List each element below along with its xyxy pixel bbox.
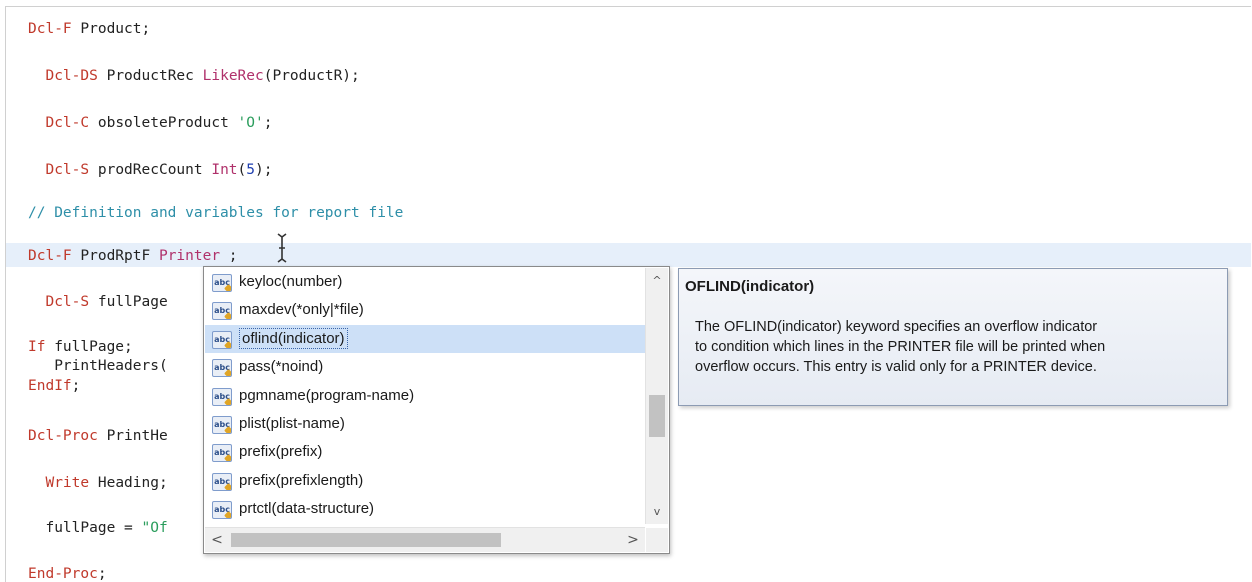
- keyword: Dcl-F: [28, 248, 72, 264]
- completion-list[interactable]: abc keyloc(number) abc maxdev(*only|*file) a…: [205, 268, 645, 524]
- keyword-icon: abc: [212, 274, 232, 292]
- code-text: (: [237, 162, 247, 178]
- code-line-dcl-proc[interactable]: Dcl-Proc PrintHe: [28, 424, 168, 448]
- completion-item-label: prefix(prefix): [239, 443, 323, 461]
- text-cursor-icon: [277, 233, 287, 263]
- code-text: Heading;: [89, 475, 168, 491]
- code-text: fullPage;: [45, 339, 133, 355]
- keyword-icon: abc: [212, 359, 232, 378]
- code-text: fullPage =: [28, 520, 142, 536]
- scrollbar-thumb[interactable]: [231, 533, 501, 547]
- scroll-down-icon[interactable]: v: [646, 502, 668, 522]
- completion-item[interactable]: abc oflind(indicator): [205, 324, 645, 354]
- builtin: LikeRec: [202, 68, 264, 84]
- completion-item-label: plist(plist-name): [239, 414, 345, 432]
- string-literal: 'O': [237, 115, 264, 131]
- scroll-right-icon[interactable]: >: [623, 530, 643, 550]
- completion-item-label: prefix(prefixlength): [239, 471, 364, 489]
- code-text: (ProductR);: [263, 68, 360, 84]
- completion-item-label: pass(*noind): [239, 358, 324, 376]
- tooltip-line: The OFLIND(indicator) keyword specifies …: [695, 319, 1098, 335]
- keyword-icon: abc: [212, 501, 232, 520]
- tooltip-line: overflow occurs. This entry is valid onl…: [695, 359, 1097, 375]
- code-line-end-proc[interactable]: End-Proc;: [28, 562, 107, 582]
- code-line-write[interactable]: Write Heading;: [28, 471, 168, 495]
- completion-item[interactable]: abc maxdev(*only|*file): [205, 296, 645, 324]
- string-literal: "Of: [141, 520, 168, 536]
- code-line-endif[interactable]: EndIf;: [28, 374, 80, 398]
- keyword-icon: abc: [212, 415, 232, 434]
- completion-item[interactable]: abc prefix(prefix): [205, 438, 645, 466]
- keyword: End-Proc: [28, 566, 98, 582]
- keyword: Dcl-S: [45, 162, 90, 178]
- number-literal: 5: [246, 162, 256, 178]
- completion-item-label: keyloc(number): [239, 273, 343, 290]
- builtin: Printer: [158, 248, 221, 264]
- completion-item-label: maxdev(*only|*file): [239, 301, 364, 319]
- keyword-icon: abc: [212, 444, 232, 463]
- tooltip-line: to condition which lines in the PRINTER …: [695, 339, 1106, 355]
- scrollbar-thumb[interactable]: [649, 395, 665, 437]
- code-line-dcl-s-fullpage[interactable]: Dcl-S fullPage: [28, 290, 168, 314]
- code-line-dcl-f-prodrptf[interactable]: Dcl-F ProdRptF Printer ;: [28, 244, 238, 268]
- completion-vertical-scrollbar[interactable]: ^ v: [645, 268, 668, 524]
- completion-item-label: pgmname(program-name): [239, 386, 415, 404]
- code-text: ;: [263, 115, 273, 131]
- keyword: Dcl-Proc: [28, 428, 98, 444]
- keyword-icon: abc: [212, 387, 232, 406]
- code-text: );: [255, 162, 273, 178]
- code-text: ;: [220, 248, 238, 264]
- code-line-fullpage-assign[interactable]: fullPage = "Of: [28, 516, 168, 540]
- code-line-comment[interactable]: // Definition and variables for report f…: [28, 201, 403, 225]
- completion-item-label: oflind(indicator): [239, 327, 348, 349]
- tooltip-description: The OFLIND(indicator) keyword specifies …: [695, 317, 1215, 377]
- keyword: Dcl-DS: [45, 68, 98, 84]
- code-text: fullPage: [89, 294, 168, 310]
- code-line-dcl-f-product[interactable]: Dcl-F Product;: [28, 17, 150, 41]
- scroll-left-icon[interactable]: <: [207, 530, 227, 550]
- keyword: Write: [45, 475, 90, 491]
- completion-item[interactable]: abc keyloc(number): [205, 268, 645, 296]
- keyword: If: [28, 339, 46, 355]
- keyword: Dcl-F: [28, 21, 72, 37]
- builtin: Int: [211, 162, 238, 178]
- keyword-help-tooltip: OFLIND(indicator) The OFLIND(indicator) …: [678, 268, 1228, 406]
- keyword-icon: abc: [212, 302, 232, 321]
- completion-item[interactable]: abc pgmname(program-name): [205, 382, 645, 410]
- code-text: obsoleteProduct: [89, 115, 238, 131]
- code-line-dcl-ds[interactable]: Dcl-DS ProductRec LikeRec(ProductR);: [28, 64, 360, 88]
- keyword: EndIf: [28, 378, 72, 394]
- code-text: prodRecCount: [89, 162, 212, 178]
- keyword: Dcl-S: [45, 294, 90, 310]
- completion-item[interactable]: abc prtctl(data-structure): [205, 495, 645, 523]
- keyword-icon: abc: [212, 472, 232, 491]
- completion-item[interactable]: abc plist(plist-name): [205, 410, 645, 438]
- code-text: ;: [97, 566, 107, 582]
- completion-item[interactable]: abc prefix(prefixlength): [205, 467, 645, 495]
- code-text: ProdRptF: [71, 248, 159, 264]
- code-text: ProductRec: [97, 68, 203, 84]
- keyword-icon: abc: [212, 330, 232, 349]
- code-text: PrintHe: [97, 428, 168, 444]
- completion-item[interactable]: abc pass(*noind): [205, 353, 645, 381]
- code-text: ;: [71, 378, 81, 394]
- tooltip-title: OFLIND(indicator): [685, 278, 815, 295]
- code-line-dcl-s-prodreccount[interactable]: Dcl-S prodRecCount Int(5);: [28, 158, 272, 182]
- completion-popup[interactable]: abc keyloc(number) abc maxdev(*only|*file) a…: [203, 266, 670, 554]
- code-line-dcl-c[interactable]: Dcl-C obsoleteProduct 'O';: [28, 111, 272, 135]
- completion-item-label: prtctl(data-structure): [239, 500, 375, 518]
- keyword: Dcl-C: [45, 115, 90, 131]
- completion-horizontal-scrollbar[interactable]: < >: [205, 527, 645, 552]
- scrollbar-corner: [646, 528, 668, 552]
- code-text: Product;: [71, 21, 151, 37]
- scroll-up-icon[interactable]: ^: [646, 271, 668, 291]
